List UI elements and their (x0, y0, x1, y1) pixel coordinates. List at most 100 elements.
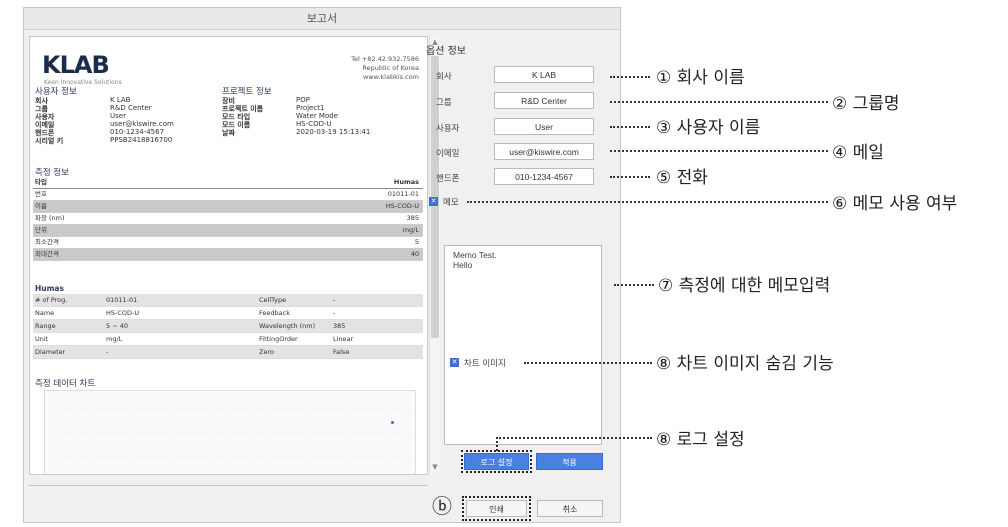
humas-cell: Name (35, 309, 55, 317)
measure-value: 40 (410, 250, 419, 258)
measure-value: mg/L (402, 226, 419, 234)
measure-label: 이름 (35, 202, 47, 210)
leader-line (610, 176, 650, 178)
measure-value: HS-COD-U (385, 202, 419, 210)
user-label: 사용자 (436, 124, 460, 134)
project-info-value: Project1 (296, 104, 325, 112)
gridline (65, 433, 410, 434)
project-info-value: HS-COD-U (296, 120, 332, 128)
leader-line (610, 76, 650, 78)
humas-cell: Zero (259, 348, 274, 356)
memo-textarea[interactable]: Memo Test. Hello (444, 245, 602, 445)
report-preview[interactable]: KLAB Keen Innovative Solutions Tel +82.4… (29, 36, 428, 475)
email-label: 이메일 (436, 149, 460, 159)
annotation-group: ② 그룹명 (832, 94, 900, 114)
humas-cell: Unit (35, 335, 49, 343)
chart-title: 측정 데이터 차트 (35, 379, 96, 389)
humas-cell: - (333, 309, 336, 317)
leader-line (610, 101, 828, 103)
user-info-value: User (110, 112, 126, 120)
measure-row: 단위 mg/L (33, 225, 423, 237)
user-info-value: PPSB2418816700 (110, 136, 173, 144)
klab-logo: KLAB (42, 51, 110, 79)
chart-image-checkbox[interactable]: ✕ (450, 358, 459, 367)
measure-label: 최대간격 (35, 250, 59, 258)
group-label: 그룹 (436, 98, 452, 108)
annotation-phone: ⑤ 전화 (656, 168, 708, 188)
leader-line (610, 126, 650, 128)
leader-line (496, 437, 652, 439)
measure-value: 01011-01 (387, 190, 419, 198)
annotation-memo-use: ⑥ 메모 사용 여부 (832, 194, 958, 214)
options-title: 옵션 정보 (426, 46, 466, 57)
humas-title: Humas (35, 284, 64, 293)
measure-row: 이름 HS-COD-U (33, 201, 423, 213)
humas-cell: 5 ~ 40 (106, 322, 128, 330)
annotation-memo-input: ⑦ 측정에 대한 메모입력 (658, 276, 831, 296)
humas-cell: False (333, 348, 350, 356)
apply-button[interactable]: 적용 (536, 453, 603, 470)
measure-header-value: Humas (393, 178, 419, 186)
annotation-chart-hide: ⑧ 차트 이미지 숨김 기능 (656, 354, 834, 374)
humas-cell: 01011-01 (106, 296, 138, 304)
leader-line (614, 284, 654, 286)
chart-point (391, 421, 394, 424)
bottom-separator (28, 485, 428, 486)
humas-cell: Linear (333, 335, 354, 343)
leader-line (610, 150, 828, 152)
measure-label: 파장 (nm) (35, 214, 65, 222)
gridline (65, 409, 410, 410)
humas-cell: FittingOrder (259, 335, 298, 343)
contact-line: Republic of Korea (362, 64, 419, 72)
phone-field[interactable]: 010-1234-4567 (494, 168, 594, 185)
humas-cell: Feedback (259, 309, 290, 317)
annotation-user: ③ 사용자 이름 (656, 118, 761, 138)
humas-cell: HS-COD-U (106, 309, 140, 317)
chart-thumbnail (44, 390, 416, 474)
humas-cell: - (106, 348, 109, 356)
humas-row: Diameter - Zero False (33, 346, 423, 359)
user-info-value: 010-1234-4567 (110, 128, 165, 136)
annotation-b: ⓑ (432, 494, 452, 518)
measure-label: 단위 (35, 226, 47, 234)
humas-cell: 385 (333, 322, 346, 330)
email-field[interactable]: user@kiswire.com (494, 143, 594, 160)
measure-label: 번호 (35, 190, 47, 198)
user-info-value: K LAB (110, 96, 131, 104)
leader-line (467, 201, 828, 203)
contact-line: Tel +82.42.932.7586 (351, 55, 419, 63)
memo-checkbox-label: 메모 (443, 198, 459, 208)
cancel-button[interactable]: 취소 (537, 500, 603, 517)
humas-row: Range 5 ~ 40 Wavelength (nm) 385 (33, 320, 423, 333)
user-info-value: R&D Center (110, 104, 152, 112)
leader-line (524, 362, 652, 364)
user-info-label: 시리얼 키 (35, 137, 64, 145)
memo-checkbox[interactable]: ✕ (429, 197, 438, 206)
project-info-value: POP (296, 96, 310, 104)
user-info-value: user@kiswire.com (110, 120, 174, 128)
humas-cell: mg/L (106, 335, 123, 343)
annotation-company: ① 회사 이름 (656, 68, 745, 88)
user-field[interactable]: User (494, 118, 594, 135)
phone-label: 핸드폰 (436, 174, 460, 184)
measure-value: 5 (414, 238, 419, 246)
annotation-log: ⑧ 로그 설정 (656, 430, 745, 450)
measure-header-label: 타입 (35, 178, 47, 186)
log-settings-highlight (461, 450, 532, 473)
measure-row: 최대간격 40 (33, 249, 423, 261)
group-field[interactable]: R&D Center (494, 92, 594, 109)
humas-cell: # of Prog. (35, 296, 68, 304)
humas-cell: Diameter (35, 348, 66, 356)
measure-row: 번호 01011-01 (33, 189, 423, 201)
measure-row: 최소간격 5 (33, 237, 423, 249)
humas-row: Name HS-COD-U Feedback - (33, 307, 423, 320)
contact-line: www.klabkis.com (362, 73, 419, 81)
print-highlight (462, 496, 531, 521)
measure-value: 385 (406, 214, 419, 222)
humas-cell: - (333, 296, 336, 304)
measure-header-row: 타입 Humas (33, 177, 423, 189)
company-field[interactable]: K LAB (494, 66, 594, 83)
scroll-down-icon[interactable]: ▼ (430, 463, 440, 471)
leader-line (496, 437, 498, 451)
humas-cell: CellType (259, 296, 287, 304)
